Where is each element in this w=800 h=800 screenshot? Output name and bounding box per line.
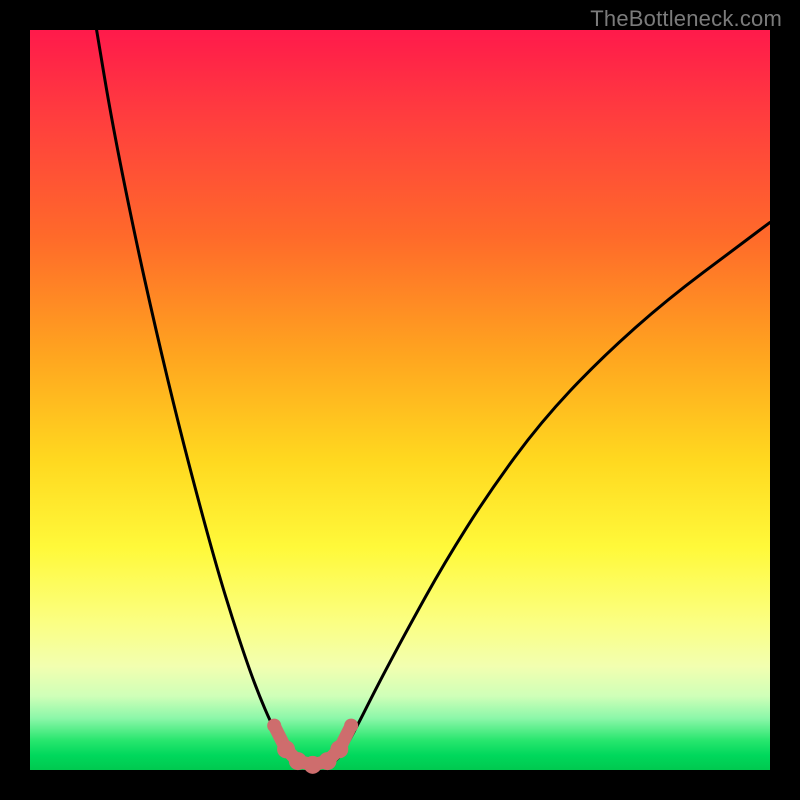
curve-group [97,30,770,774]
marker-dot [344,719,358,733]
marker-dot [330,740,348,758]
curve-layer [30,30,770,770]
marker-dot [267,719,281,733]
curve-right-branch [341,222,770,755]
curve-left-branch [97,30,289,755]
plot-area [30,30,770,770]
marker-dots [267,719,358,774]
chart-frame: TheBottleneck.com [0,0,800,800]
watermark-text: TheBottleneck.com [590,6,782,32]
